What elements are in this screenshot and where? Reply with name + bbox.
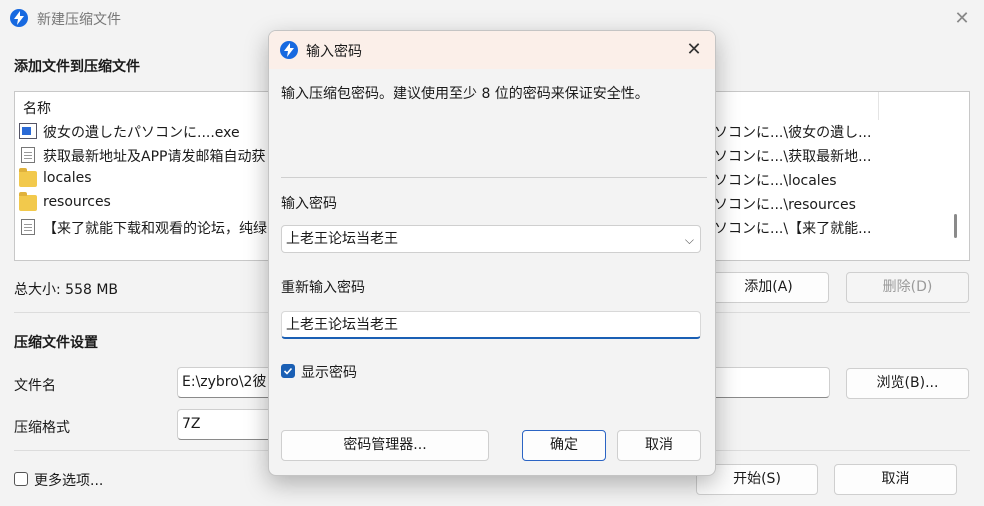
app-logo-icon [280, 41, 298, 59]
delete-button[interactable]: 删除(D) [846, 272, 969, 303]
window-title: 新建压缩文件 [37, 12, 121, 28]
folder-icon [19, 168, 37, 187]
file-path: ソコンに...\resources [714, 197, 856, 213]
dialog-cancel-button[interactable]: 取消 [617, 430, 701, 461]
file-path: ソコンに...\获取最新地... [714, 149, 872, 165]
ok-button[interactable]: 确定 [522, 430, 606, 461]
password-label: 输入密码 [281, 196, 337, 212]
app-logo-icon [10, 9, 28, 27]
more-options-checkbox[interactable] [14, 472, 28, 486]
dialog-close-icon[interactable]: ✕ [683, 39, 705, 61]
dialog-description: 输入压缩包密码。建议使用至少 8 位的密码来保证安全性。 [281, 86, 649, 102]
file-path: ソコンに...\【来了就能... [714, 221, 872, 237]
more-options-label[interactable]: 更多选项... [34, 470, 103, 490]
repeat-password-label: 重新输入密码 [281, 280, 365, 296]
document-icon [21, 219, 35, 235]
add-files-heading: 添加文件到压缩文件 [14, 59, 140, 75]
folder-icon [19, 192, 37, 211]
file-name: resources [43, 194, 111, 210]
window-close-icon[interactable]: ✕ [950, 7, 974, 31]
file-name: 【来了就能下载和观看的论坛，纯绿 [43, 221, 267, 237]
show-password-label[interactable]: 显示密码 [301, 362, 357, 382]
repeat-password-input[interactable]: 上老王论坛当老王 [281, 311, 701, 339]
dialog-title: 输入密码 [306, 44, 362, 60]
main-cancel-button[interactable]: 取消 [834, 464, 957, 495]
file-name: locales [43, 170, 92, 186]
password-combobox[interactable]: 上老王论坛当老王 ⌵ [281, 225, 701, 253]
total-size-text: 总大小: 558 MB [14, 282, 119, 298]
settings-heading: 压缩文件设置 [14, 335, 98, 351]
file-name: 获取最新地址及APP请发邮箱自动获 [43, 149, 266, 165]
exe-icon [19, 123, 37, 139]
file-path: ソコンに...\彼女の遺し... [714, 125, 872, 141]
column-separator [878, 92, 879, 120]
dialog-divider [281, 177, 707, 178]
password-manager-button[interactable]: 密码管理器... [281, 430, 489, 461]
list-scrollbar-thumb[interactable] [954, 214, 957, 238]
chevron-down-icon[interactable]: ⌵ [685, 227, 694, 253]
password-dialog: 输入密码 ✕ 输入压缩包密码。建议使用至少 8 位的密码来保证安全性。 输入密码… [268, 30, 716, 476]
format-label: 压缩格式 [14, 420, 70, 436]
document-icon [21, 147, 35, 163]
dialog-titlebar: 输入密码 ✕ [269, 31, 715, 69]
column-header-name[interactable]: 名称 [23, 98, 51, 118]
browse-button[interactable]: 浏览(B)... [846, 368, 969, 399]
add-button[interactable]: 添加(A) [708, 272, 829, 303]
file-name: 彼女の遺したパソコンに....exe [43, 125, 240, 141]
password-value: 上老王论坛当老王 [286, 231, 398, 247]
show-password-checkbox[interactable] [281, 364, 295, 378]
filename-label: 文件名 [14, 378, 56, 394]
file-path: ソコンに...\locales [714, 173, 837, 189]
